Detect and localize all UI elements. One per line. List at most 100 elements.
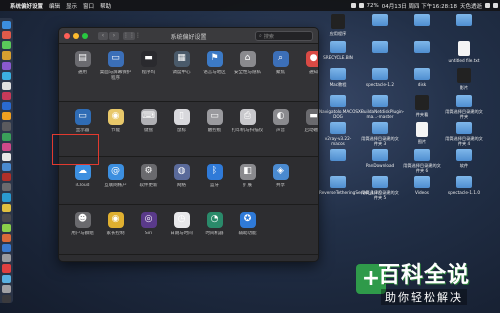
menu-item-edit[interactable]: 编辑 xyxy=(49,2,60,10)
desktop-item[interactable]: Navigatolo.MACOSX-DOG xyxy=(319,95,362,119)
dock-app-icon[interactable] xyxy=(2,142,11,151)
desktop-item[interactable]: untitled file.txt xyxy=(447,41,481,63)
pref-pane-sound[interactable]: ◐ 声音 xyxy=(264,109,297,134)
dock-app-icon[interactable] xyxy=(2,31,11,40)
pref-pane-users[interactable]: ☻ 用户与群组 xyxy=(66,212,99,237)
dock-app-icon[interactable] xyxy=(2,91,11,101)
desktop-item[interactable]: 用筒选择目录建的文件夹 3 xyxy=(361,122,399,146)
back-button[interactable]: ‹ xyxy=(98,31,108,40)
desktop-item[interactable]: 软件 xyxy=(447,149,481,168)
pref-pane-siri[interactable]: ◎ Siri xyxy=(132,212,165,237)
zoom-button[interactable] xyxy=(82,32,88,39)
desktop-item[interactable]: disk xyxy=(405,68,439,87)
menu-item-help[interactable]: 帮助 xyxy=(100,2,111,10)
pref-pane-time-machine[interactable]: ◔ 时间机器 xyxy=(198,212,231,237)
dock-app-icon[interactable] xyxy=(2,294,11,303)
show-all-button[interactable]: ⋮⋮⋮ xyxy=(123,31,141,40)
pref-pane-keyboard[interactable]: ⌨ 键盘 xyxy=(132,109,165,134)
forward-button[interactable]: › xyxy=(109,31,119,40)
pref-pane-language[interactable]: ⚑ 语言与地区 xyxy=(198,51,231,81)
desktop-item[interactable]: 用筒选择目录建的文件夹 5 xyxy=(361,176,399,200)
pref-pane-general[interactable]: ▤ 通用 xyxy=(66,51,99,81)
pref-pane-extensions[interactable]: ◧ 扩展 xyxy=(231,164,264,189)
dock-app-icon[interactable] xyxy=(2,284,11,293)
notification-center-icon[interactable] xyxy=(493,3,498,8)
close-button[interactable] xyxy=(64,32,70,39)
dock-app-icon[interactable] xyxy=(2,152,11,161)
desktop-item[interactable]: ReverseTetheringServer_1.2.0 xyxy=(319,176,382,195)
pref-pane-spotlight[interactable]: ⌕ 聚焦 xyxy=(264,51,297,81)
pref-pane-software-update[interactable]: ⚙ 软件更新 xyxy=(132,164,165,189)
desktop-item[interactable]: 影片 xyxy=(447,68,481,90)
menu-item-view[interactable]: 显示 xyxy=(66,2,77,10)
dock-app-icon[interactable] xyxy=(2,21,11,30)
clock[interactable]: 04月13日 周四 下午16:28:18 xyxy=(382,2,457,10)
pref-pane-energy[interactable]: ◉ 节能 xyxy=(99,109,132,134)
minimize-button[interactable] xyxy=(73,32,79,39)
pref-pane-sharing[interactable]: ◈ 共享 xyxy=(264,164,297,189)
pref-pane-icloud[interactable]: ☁ iCloud xyxy=(66,164,99,189)
desktop-item[interactable]: SRECYCLE.BIN xyxy=(321,41,355,60)
dock-app-icon[interactable] xyxy=(2,51,11,60)
desktop-item[interactable]: BuildaNetdiskPlugin-ma...-master xyxy=(361,95,404,119)
pref-pane-internet-accounts[interactable]: @ 互联网帐户 xyxy=(99,164,132,189)
dock-app-icon[interactable] xyxy=(2,244,11,253)
dock-app-icon[interactable] xyxy=(2,274,11,283)
dock-app-icon[interactable] xyxy=(2,173,11,182)
desktop-item[interactable] xyxy=(363,14,397,28)
dock-app-icon[interactable] xyxy=(2,112,11,121)
pref-pane-mission-control[interactable]: ▦ 调度中心 xyxy=(165,51,198,81)
desktop-item[interactable]: 用筒选择目录建的文件夹 6 xyxy=(403,149,441,173)
user-name[interactable]: 天色透逝 xyxy=(460,2,482,10)
wifi-icon[interactable] xyxy=(358,3,364,8)
desktop-item[interactable]: 图片 xyxy=(405,122,439,144)
desktop-item[interactable] xyxy=(405,41,439,55)
dock-app-icon[interactable] xyxy=(2,132,11,141)
dock-app-icon[interactable] xyxy=(2,233,11,243)
dock-app-icon[interactable] xyxy=(2,213,11,222)
pref-pane-accessibility[interactable]: ✪ 辅助功能 xyxy=(231,212,264,237)
pref-pane-desktop[interactable]: ▭ 桌面与屏幕保护程序 xyxy=(99,51,132,81)
dock-app-icon[interactable] xyxy=(2,223,11,232)
pref-pane-printer[interactable]: ⎙ 打印机与扫描仪 xyxy=(231,109,264,134)
pref-pane-date-time[interactable]: ◷ 日期与时间 xyxy=(165,212,198,237)
desktop-item[interactable]: v2ray-v3.22-macos xyxy=(321,122,355,146)
desktop-item[interactable]: 用筒选择目录建的文件夹 xyxy=(445,95,483,119)
search-icon[interactable] xyxy=(485,3,490,8)
desktop-item[interactable]: 件夹看 xyxy=(405,95,439,117)
pref-pane-trackpad[interactable]: ▭ 触控板 xyxy=(198,109,231,134)
desktop-item[interactable]: 用筒选择目录建的文件夹 4 xyxy=(445,122,483,146)
desktop-item[interactable] xyxy=(405,14,439,28)
menu-app-name[interactable]: 系统偏好设置 xyxy=(10,2,43,10)
desktop-item[interactable]: Mac教程 xyxy=(321,68,355,87)
battery-percent[interactable]: 72% xyxy=(367,3,379,9)
desktop-item[interactable]: Videos xyxy=(405,176,439,195)
pref-pane-security[interactable]: ⌂ 安全性与隐私 xyxy=(231,51,264,81)
pref-pane-notifications[interactable]: ● 通知 xyxy=(297,51,318,81)
dock-app-icon[interactable] xyxy=(2,183,11,192)
pref-pane-startup-disk[interactable]: ▬ 启动磁盘 xyxy=(297,109,318,134)
dock-app-icon[interactable] xyxy=(2,61,11,70)
desktop-item[interactable]: spectacle-1.1.0 xyxy=(447,176,481,195)
dock-app-icon[interactable] xyxy=(2,254,11,263)
dock-app-icon[interactable] xyxy=(2,71,11,80)
dock-app-icon[interactable] xyxy=(2,193,11,202)
desktop-item[interactable]: spectacle-1.2 xyxy=(363,68,397,87)
dock-app-icon[interactable] xyxy=(2,203,11,212)
desktop-item[interactable] xyxy=(321,149,355,163)
dock-app-icon[interactable] xyxy=(2,41,11,50)
pref-pane-dock[interactable]: ▬ 程序坞 xyxy=(132,51,165,81)
pref-pane-bluetooth[interactable]: ᛒ 蓝牙 xyxy=(198,164,231,189)
desktop-item[interactable] xyxy=(363,41,397,55)
pref-pane-mouse[interactable]: ▯ 鼠标 xyxy=(165,109,198,134)
pref-pane-parental-controls[interactable]: ◉ 家长控制 xyxy=(99,212,132,237)
pref-pane-network[interactable]: ◍ 网络 xyxy=(165,164,198,189)
status-icon[interactable] xyxy=(350,3,356,8)
dock-app-icon[interactable] xyxy=(2,122,11,131)
pref-pane-displays[interactable]: ▭ 显示器 xyxy=(66,109,99,134)
window-titlebar[interactable]: ‹ › ⋮⋮⋮ 系统偏好设置 ⌕ 搜索 xyxy=(59,28,318,44)
desktop-item[interactable]: PanDownload xyxy=(363,149,397,168)
search-input[interactable]: ⌕ 搜索 xyxy=(255,31,313,41)
dock-app-icon[interactable] xyxy=(2,102,11,111)
desktop-item[interactable]: 应用程序 xyxy=(321,14,355,36)
